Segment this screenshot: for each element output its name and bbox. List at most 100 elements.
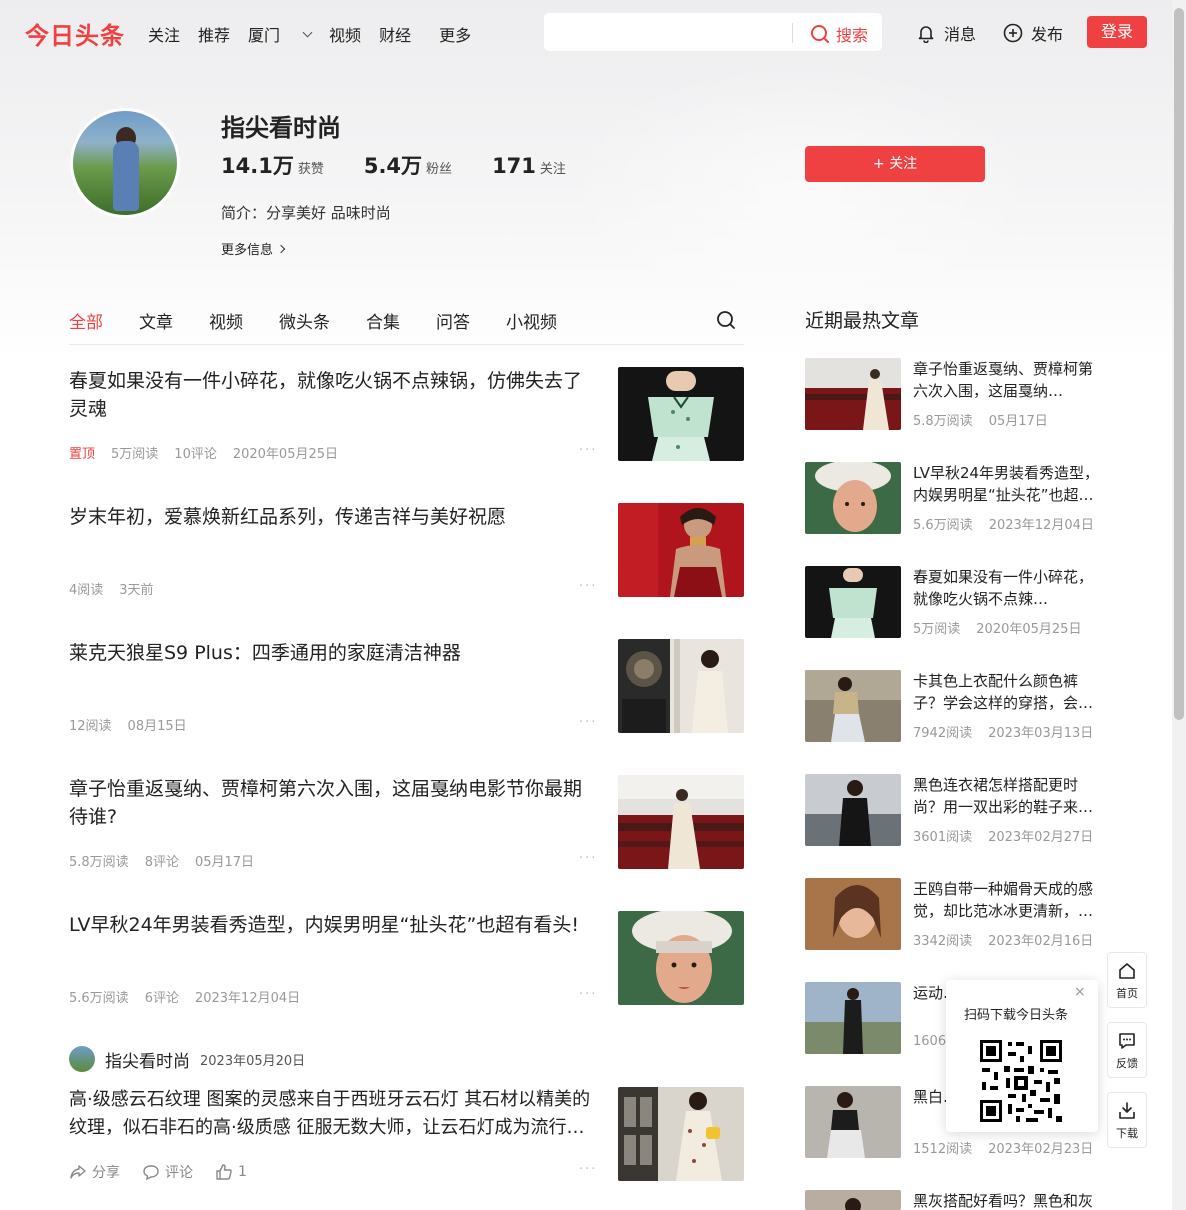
like-button[interactable]: 1: [215, 1164, 247, 1180]
feed-item-thumbnail[interactable]: [618, 503, 744, 597]
tab-divider: [69, 344, 744, 345]
hot-article-title[interactable]: 卡其色上衣配什么颜色裤子？学会这样的穿搭，会…: [913, 670, 1105, 714]
more-options-icon[interactable]: ···: [579, 579, 597, 594]
tab-videos[interactable]: 视频: [209, 308, 243, 333]
stat-likes-label: 获赞: [297, 162, 324, 177]
stat-following[interactable]: 171 关注: [492, 154, 566, 178]
publish-button[interactable]: 发布: [1003, 21, 1063, 45]
hot-article-title[interactable]: 黑色连衣裙怎样搭配更时尚？用一双出彩的鞋子来…: [913, 774, 1105, 818]
hot-article-title[interactable]: 王鸥自带一种媚骨天成的感觉，却比范冰冰更清新，…: [913, 878, 1105, 922]
feed-item-meta: 5.8万阅读 8评论 05月17日: [69, 851, 270, 870]
hot-article-date: 2023年12月04日: [988, 518, 1094, 533]
share-label: 分享: [92, 1165, 120, 1181]
more-options-icon[interactable]: ···: [579, 1162, 597, 1177]
post-author-name[interactable]: 指尖看时尚: [105, 1047, 190, 1072]
feed-item-thumbnail[interactable]: [618, 911, 744, 1005]
follow-button[interactable]: + 关注: [805, 146, 985, 182]
feed-item[interactable]: 岁末年初，爱慕焕新红品系列，传递吉祥与美好祝愿 4阅读 3天前 ···: [69, 503, 744, 639]
feed-item-thumbnail[interactable]: [618, 639, 744, 733]
tab-qa[interactable]: 问答: [436, 308, 470, 333]
more-options-icon[interactable]: ···: [579, 851, 597, 866]
hot-article-item[interactable]: 黑色连衣裙怎样搭配更时尚？用一双出彩的鞋子来… 3601阅读 2023年02月27…: [805, 774, 1105, 854]
tab-all[interactable]: 全部: [69, 308, 103, 333]
hot-article-meta: 5.8万阅读 05月17日: [913, 410, 1064, 429]
feed-item-thumbnail[interactable]: [618, 367, 744, 461]
feed-item[interactable]: LV早秋24年男装看秀造型，内娱男明星“扯头花”也超有看头! 5.6万阅读 6评…: [69, 911, 744, 1047]
feed-item-reads: 5.6万阅读: [69, 991, 129, 1006]
hot-article-thumbnail[interactable]: [805, 982, 901, 1054]
scrollbar-thumb[interactable]: [1174, 8, 1184, 720]
tab-articles[interactable]: 文章: [139, 308, 173, 333]
nav-item-finance[interactable]: 财经: [379, 22, 411, 46]
hot-article-meta: 5万阅读 2020年05月25日: [913, 618, 1097, 637]
nav-item-more[interactable]: 更多: [439, 22, 471, 46]
tab-search-button[interactable]: [716, 310, 736, 334]
comment-button[interactable]: 评论: [142, 1162, 193, 1182]
hot-article-title[interactable]: 黑灰搭配好看吗？黑色和灰: [913, 1190, 1105, 1210]
more-options-icon[interactable]: ···: [579, 987, 597, 1002]
nav-item-city[interactable]: 厦门: [248, 22, 313, 46]
search-divider: [792, 23, 793, 43]
nav-item-recommend[interactable]: 推荐: [198, 22, 230, 46]
stat-fans[interactable]: 5.4万 粉丝: [364, 150, 452, 180]
hot-article-thumbnail[interactable]: [805, 878, 901, 950]
tab-micro-posts[interactable]: 微头条: [279, 308, 330, 333]
hot-article-item[interactable]: LV早秋24年男装看秀造型，内娱男明星“扯头花”也超… 5.6万阅读 2023年1…: [805, 462, 1105, 542]
hot-article-thumbnail[interactable]: [805, 1190, 901, 1210]
feed-item-thumbnail[interactable]: [618, 775, 744, 869]
hot-article-thumbnail[interactable]: [805, 670, 901, 742]
more-options-icon[interactable]: ···: [579, 715, 597, 730]
hot-article-title[interactable]: 春夏如果没有一件小碎花，就像吃火锅不点辣…: [913, 566, 1105, 610]
hot-article-title[interactable]: 章子怡重返戛纳、贾樟柯第六次入围，这届戛纳…: [913, 358, 1105, 402]
messages-button[interactable]: 消息: [916, 21, 976, 45]
float-home-button[interactable]: 首页: [1107, 952, 1147, 1008]
post-thumbnail[interactable]: [618, 1087, 744, 1181]
hot-article-item[interactable]: 章子怡重返戛纳、贾樟柯第六次入围，这届戛纳… 5.8万阅读 05月17日: [805, 358, 1105, 438]
search-button[interactable]: 搜索: [810, 22, 868, 46]
hot-article-item[interactable]: 王鸥自带一种媚骨天成的感觉，却比范冰冰更清新，… 3342阅读 2023年02月1…: [805, 878, 1105, 958]
chevron-right-icon: [276, 244, 286, 253]
stat-fans-number: 5.4万: [363, 154, 423, 178]
float-download-button[interactable]: 下载: [1107, 1092, 1147, 1148]
nav-item-video[interactable]: 视频: [329, 22, 361, 46]
hot-article-thumbnail[interactable]: [805, 1086, 901, 1158]
float-feedback-label: 反馈: [1116, 1057, 1138, 1070]
feed-item-title[interactable]: 莱克天狼星S9 Plus：四季通用的家庭清洁神器: [69, 639, 594, 667]
bell-icon: [918, 26, 934, 43]
logo[interactable]: 今日头条: [25, 16, 125, 51]
feed-item[interactable]: 莱克天狼星S9 Plus：四季通用的家庭清洁神器 12阅读 08月15日 ···: [69, 639, 744, 775]
search-input[interactable]: [554, 21, 784, 43]
hot-article-item[interactable]: 卡其色上衣配什么颜色裤子？学会这样的穿搭，会… 7942阅读 2023年03月13…: [805, 670, 1105, 750]
download-icon: [1119, 1102, 1135, 1119]
more-info-link[interactable]: 更多信息: [221, 239, 286, 258]
avatar: [70, 108, 180, 218]
feed-item-title[interactable]: 岁末年初，爱慕焕新红品系列，传递吉祥与美好祝愿: [69, 503, 594, 531]
feed-item[interactable]: 春夏如果没有一件小碎花，就像吃火锅不点辣锅，仿佛失去了灵魂 置顶 5万阅读 10…: [69, 367, 744, 503]
more-options-icon[interactable]: ···: [579, 443, 597, 458]
tab-short-videos[interactable]: 小视频: [506, 308, 557, 333]
hot-article-thumbnail[interactable]: [805, 358, 901, 430]
hot-article-thumbnail[interactable]: [805, 462, 901, 534]
hot-article-item[interactable]: 黑灰搭配好看吗？黑色和灰: [805, 1190, 1105, 1210]
post-date: 2023年05月20日: [200, 1053, 306, 1069]
feed-item[interactable]: 章子怡重返戛纳、贾樟柯第六次入围，这届戛纳电影节你最期待谁? 5.8万阅读 8评…: [69, 775, 744, 911]
share-button[interactable]: 分享: [69, 1162, 120, 1182]
hot-article-thumbnail[interactable]: [805, 774, 901, 846]
close-icon[interactable]: ×: [1074, 984, 1086, 1000]
feed-item-title[interactable]: 章子怡重返戛纳、贾樟柯第六次入围，这届戛纳电影节你最期待谁?: [69, 775, 594, 831]
tab-collections[interactable]: 合集: [366, 308, 400, 333]
hot-article-item[interactable]: 春夏如果没有一件小碎花，就像吃火锅不点辣… 5万阅读 2020年05月25日: [805, 566, 1105, 646]
hot-article-thumbnail[interactable]: [805, 566, 901, 638]
post-body[interactable]: 高·级感云石纹理 图案的灵感来自于西班牙云石灯 其石材以精美的纹理，似石非石的高…: [69, 1086, 594, 1142]
feed-item-title[interactable]: LV早秋24年男装看秀造型，内娱男明星“扯头花”也超有看头!: [69, 911, 594, 939]
feed-item-title[interactable]: 春夏如果没有一件小碎花，就像吃火锅不点辣锅，仿佛失去了灵魂: [69, 367, 594, 423]
comment-icon: [143, 1165, 159, 1180]
stat-following-label: 关注: [539, 162, 566, 177]
qr-code-icon: [978, 1038, 1064, 1124]
login-button[interactable]: 登录: [1087, 16, 1147, 48]
nav-item-follow[interactable]: 关注: [148, 22, 180, 46]
feed-item-meta: 12阅读 08月15日: [69, 715, 203, 734]
float-feedback-button[interactable]: 反馈: [1107, 1022, 1147, 1078]
hot-article-title[interactable]: LV早秋24年男装看秀造型，内娱男明星“扯头花”也超…: [913, 462, 1105, 506]
post-author-avatar[interactable]: [69, 1046, 95, 1072]
